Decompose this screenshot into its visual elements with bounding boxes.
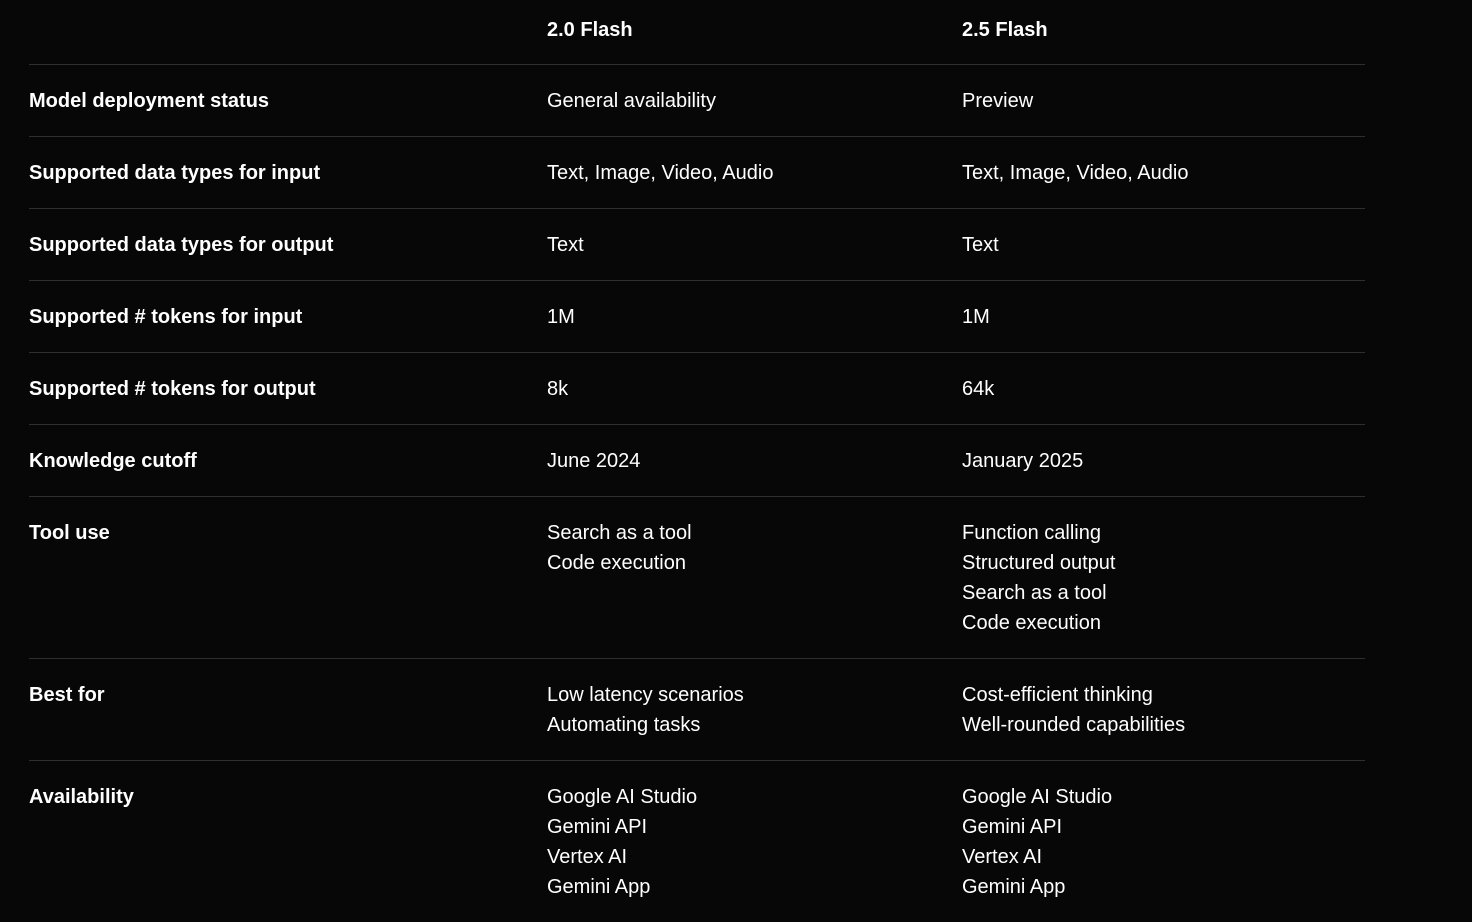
cell-line: 8k: [547, 378, 569, 400]
cell-line: 1M: [547, 306, 575, 328]
row-label: Best for: [29, 684, 105, 706]
cell-line: Vertex AI: [962, 846, 1043, 868]
header-2-5-flash: 2.5 Flash: [962, 19, 1048, 41]
row-label: Model deployment status: [29, 90, 270, 112]
cell-2-5-flash: Text: [962, 209, 1365, 280]
table-row: Knowledge cutoff June 2024 January 2025: [29, 425, 1365, 497]
row-label: Tool use: [29, 522, 110, 544]
cell-line: General availability: [547, 90, 716, 112]
cell-2-5-flash: 1M: [962, 281, 1365, 352]
cell-line: Google AI Studio: [962, 786, 1113, 808]
cell-line: Automating tasks: [547, 714, 701, 736]
cell-2-0-flash: General availability: [547, 65, 962, 136]
comparison-table: 2.0 Flash 2.5 Flash Model deployment sta…: [29, 0, 1365, 922]
table-row: Supported data types for input Text, Ima…: [29, 137, 1365, 209]
cell-line: Gemini App: [547, 876, 651, 898]
cell-2-5-flash: Text, Image, Video, Audio: [962, 137, 1365, 208]
row-label: Supported # tokens for input: [29, 306, 303, 328]
cell-line: Text: [547, 234, 584, 256]
cell-line: Google AI Studio: [547, 786, 698, 808]
cell-line: Code execution: [962, 612, 1101, 634]
cell-2-0-flash: June 2024: [547, 425, 962, 496]
row-label: Availability: [29, 786, 134, 808]
cell-line: January 2025: [962, 450, 1084, 472]
cell-2-5-flash: Cost-efficient thinking Well-rounded cap…: [962, 659, 1365, 760]
table-row: Tool use Search as a tool Code execution…: [29, 497, 1365, 659]
row-label: Supported data types for input: [29, 162, 321, 184]
cell-line: Function calling: [962, 522, 1101, 544]
row-label: Knowledge cutoff: [29, 450, 197, 472]
cell-line: Preview: [962, 90, 1034, 112]
table-header-row: 2.0 Flash 2.5 Flash: [29, 0, 1365, 65]
cell-line: Gemini API: [547, 816, 648, 838]
cell-line: Well-rounded capabilities: [962, 714, 1186, 736]
table-row: Supported # tokens for output 8k 64k: [29, 353, 1365, 425]
cell-line: 1M: [962, 306, 990, 328]
header-2-0-flash: 2.0 Flash: [547, 19, 633, 41]
cell-2-0-flash: Google AI Studio Gemini API Vertex AI Ge…: [547, 761, 962, 922]
row-label: Supported data types for output: [29, 234, 334, 256]
cell-line: Structured output: [962, 552, 1116, 574]
header-empty-cell: [29, 0, 547, 15]
cell-2-5-flash: Google AI Studio Gemini API Vertex AI Ge…: [962, 761, 1365, 922]
cell-line: Gemini App: [962, 876, 1066, 898]
cell-line: Cost-efficient thinking: [962, 684, 1153, 706]
table-row: Availability Google AI Studio Gemini API…: [29, 761, 1365, 922]
cell-line: Text, Image, Video, Audio: [547, 162, 774, 184]
cell-2-5-flash: January 2025: [962, 425, 1365, 496]
cell-2-0-flash: 1M: [547, 281, 962, 352]
cell-2-0-flash: 8k: [547, 353, 962, 424]
cell-line: Search as a tool: [547, 522, 692, 544]
cell-line: June 2024: [547, 450, 641, 472]
cell-line: Search as a tool: [962, 582, 1107, 604]
cell-line: Text: [962, 234, 999, 256]
cell-2-0-flash: Text, Image, Video, Audio: [547, 137, 962, 208]
table-row: Model deployment status General availabi…: [29, 65, 1365, 137]
cell-2-5-flash: Preview: [962, 65, 1365, 136]
cell-line: 64k: [962, 378, 995, 400]
table-row: Supported data types for output Text Tex…: [29, 209, 1365, 281]
cell-line: Text, Image, Video, Audio: [962, 162, 1189, 184]
cell-line: Gemini API: [962, 816, 1063, 838]
table-row: Best for Low latency scenarios Automatin…: [29, 659, 1365, 761]
cell-2-5-flash: 64k: [962, 353, 1365, 424]
cell-line: Code execution: [547, 552, 686, 574]
cell-line: Vertex AI: [547, 846, 628, 868]
cell-2-0-flash: Search as a tool Code execution: [547, 497, 962, 658]
row-label: Supported # tokens for output: [29, 378, 316, 400]
cell-line: Low latency scenarios: [547, 684, 744, 706]
cell-2-5-flash: Function calling Structured output Searc…: [962, 497, 1365, 658]
cell-2-0-flash: Text: [547, 209, 962, 280]
cell-2-0-flash: Low latency scenarios Automating tasks: [547, 659, 962, 760]
table-row: Supported # tokens for input 1M 1M: [29, 281, 1365, 353]
